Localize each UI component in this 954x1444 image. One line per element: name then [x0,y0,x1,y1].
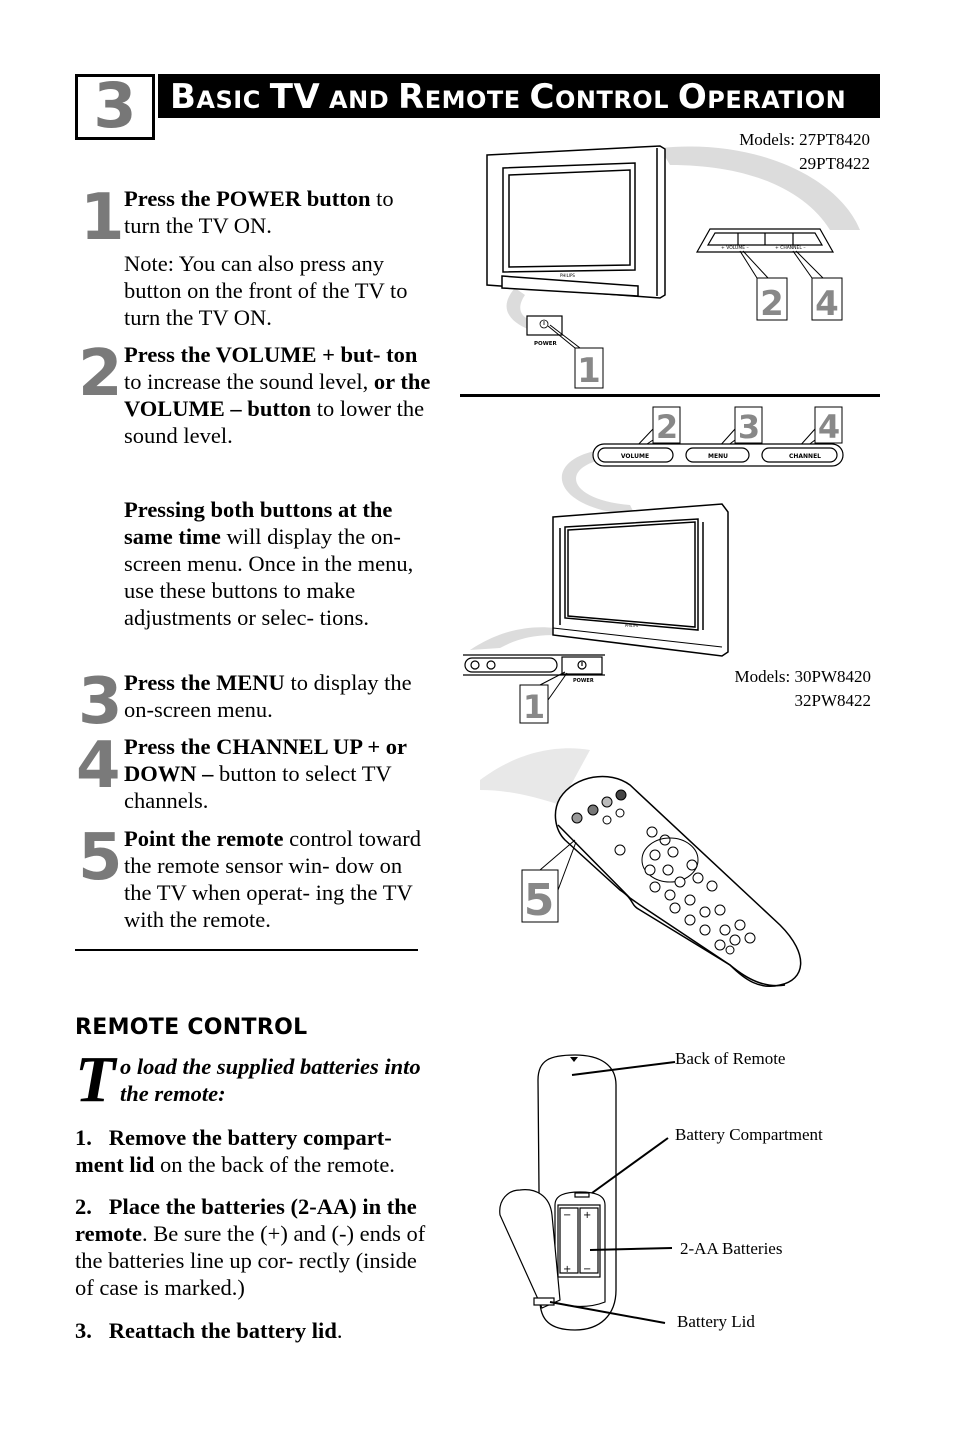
title-part: R [398,77,425,117]
step-3-text: Press the MENU to display the on-screen … [124,669,434,723]
title-part: O [677,77,708,117]
callout-5: 5 [521,839,577,926]
step-5-bold: Point the remote [124,826,284,851]
widescreen-tv [552,503,729,657]
step-2-rest-a: to increase the sound level, [124,369,374,394]
battery-step-2: 2. Place the batteries (2-AA) in the rem… [75,1193,440,1301]
step-3-bold: Press the MENU [124,670,285,695]
battery-step-3-rest: . [336,1318,343,1343]
step-2-menu-note: Pressing both buttons at the same time w… [124,496,434,631]
step-1-note: Note: You can also press any button on t… [124,251,408,330]
callout-1-mid-number: 1 [523,688,545,726]
battery-step-1-num: 1. [75,1125,92,1150]
step-2-text: Press the VOLUME + but- ton to increase … [124,341,434,449]
callout-2-number: 2 [760,284,784,324]
section-divider-left [75,949,418,951]
title-part: PERATION [707,86,847,114]
battery-plus: + [583,1210,591,1221]
panel-volume-label: + VOLUME – [721,245,749,251]
label-battery-compartment: Battery Compartment [675,1125,823,1144]
step-number-4: 4 [76,729,121,803]
battery-plus-2: + [563,1264,571,1275]
battery-lid [499,1189,561,1309]
step-number-2: 2 [78,337,123,411]
title-part: TV [269,77,321,117]
menu-button-label: MENU [708,453,728,460]
step-5-text: Point the remote control toward the remo… [124,825,434,933]
power-button-inset [526,315,563,336]
label-2aa-batteries: 2-AA Batteries [680,1239,783,1258]
callout-4-mid-number: 4 [818,408,840,446]
swoosh-shape [660,146,860,230]
models-mid-line-2: 32PW8422 [794,691,872,710]
callout-2: 2 [739,250,788,324]
step-1-text: Press the POWER button to turn the TV ON… [124,185,434,239]
power-label-mid: POWER [573,678,594,684]
callout-1-mid: 1 [519,671,568,726]
title-part: EMOTE [424,86,530,114]
panel-channel-label: + CHANNEL – [775,245,806,251]
title-part: C [529,77,555,117]
remote-illustration: 5 [480,748,802,987]
title-part: B [170,77,197,117]
step-2-bold-a: Press the VOLUME + but- ton [124,342,418,367]
remote-control-heading: REMOTE CONTROL [75,1015,308,1040]
label-battery-lid: Battery Lid [677,1312,755,1331]
callout-5-number: 5 [524,875,555,926]
battery-illustration: − + + − [499,1054,676,1331]
intro-dropcap: T [75,1043,116,1116]
battery-step-3: 3. Reattach the battery lid. [75,1317,440,1344]
callout-4-number: 4 [815,284,839,324]
chapter-number: 3 [93,69,137,142]
title-part: ONTROL [554,86,678,114]
step-1-bold: Press the POWER button [124,186,371,211]
mid-tv-brand: PHILIPS [625,624,639,628]
volume-button-label: VOLUME [621,453,649,460]
callout-4: 4 [792,250,843,324]
chapter-title-bar: BASIC TV AND REMOTE CONTROL OPERATION [158,74,880,118]
callout-1-top-number: 1 [577,351,601,391]
swoosh-shape-mid-lower [470,627,555,650]
tv-crt-illustration: PHILIPS + VOLUME – + CHANNEL – 2 4 POWER… [486,145,860,391]
power-strip [463,654,605,676]
step-number-5: 5 [78,821,123,895]
step-4-text: Press the CHANNEL UP + or DOWN – button … [124,733,434,814]
title-part: ASIC [196,86,270,114]
tv-brand: PHILIPS [560,273,575,278]
power-label: POWER [534,341,558,347]
battery-step-1-rest: on the back of the remote. [154,1152,395,1177]
models-mid: Models: 30PW8420 32PW8422 [690,665,871,713]
battery-step-3-bold: Reattach the battery lid [108,1318,337,1343]
side-control-panel [695,228,835,253]
crt-tv [486,145,666,299]
callout-2-mid-number: 2 [656,408,678,446]
battery-step-3-num: 3. [75,1318,92,1343]
battery-step-2-num: 2. [75,1194,92,1219]
callout-3-mid-number: 3 [738,408,760,446]
remote-intro: o load the supplied batteries into the r… [120,1054,421,1106]
battery-minus: − [563,1210,571,1221]
title-part: AND [320,86,398,114]
step-number-1: 1 [80,181,125,255]
battery-step-1: 1. Remove the battery compart- ment lid … [75,1124,440,1178]
channel-button-label: CHANNEL [789,453,821,460]
chapter-title: BASIC TV AND REMOTE CONTROL OPERATION [170,76,846,121]
battery-minus-2: − [583,1264,591,1275]
models-mid-line-1: Models: 30PW8420 [734,667,871,686]
figure-divider [460,394,880,397]
step-number-3: 3 [78,665,123,739]
chapter-number-box: 3 [75,69,155,142]
label-back-of-remote: Back of Remote [675,1049,786,1068]
